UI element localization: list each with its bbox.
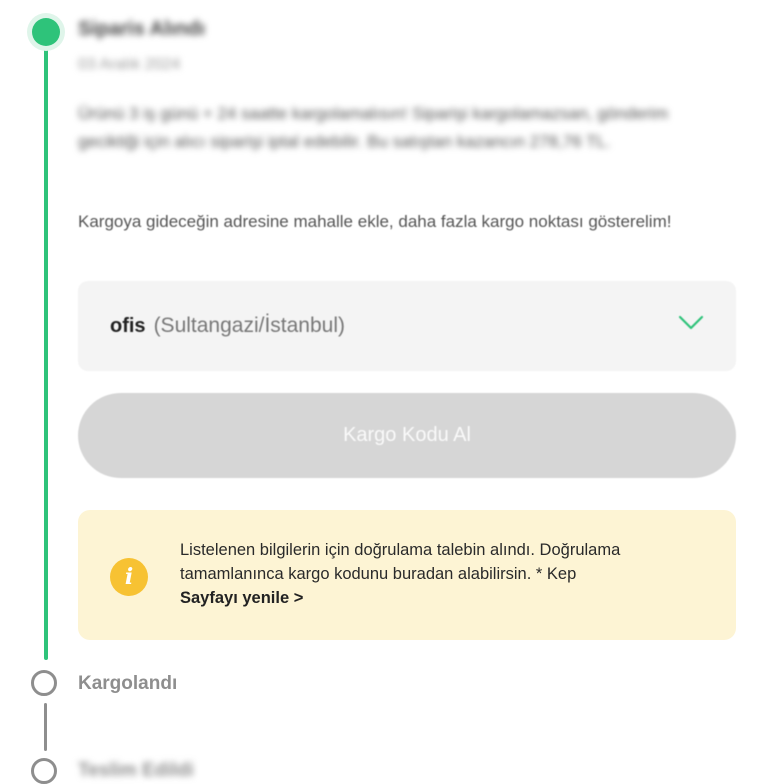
step-title: Siparis Alındı (78, 18, 206, 40)
address-name: ofis (110, 314, 146, 337)
info-message: Listelenen bilgilerin için doğrulama tal… (180, 541, 621, 583)
info-icon: i (110, 558, 148, 596)
timeline-pending-circle (31, 670, 57, 696)
address-select[interactable]: ofis (Sultangazi/İstanbul) (78, 281, 736, 371)
address-detail: (Sultangazi/İstanbul) (153, 314, 346, 337)
next-step-title: Kargolandı (78, 673, 178, 694)
following-step-title: Teslim Edildi (78, 760, 194, 781)
info-text: Listelenen bilgilerin için doğrulama tal… (180, 538, 716, 610)
timeline-active-dot (32, 18, 60, 46)
address-hint: Kargoya gideceğin adresine mahalle ekle,… (78, 212, 672, 231)
info-box: i Listelenen bilgilerin için doğrulama t… (78, 510, 736, 640)
refresh-page-link[interactable]: Sayfayı yenile > (180, 589, 303, 607)
get-cargo-code-button[interactable]: Kargo Kodu Al (78, 393, 736, 478)
timeline-progress-line (44, 28, 48, 660)
step-description: Ürünü 3 iş günü + 24 saatte kargolamalıs… (78, 104, 669, 151)
chevron-down-icon (678, 315, 704, 330)
timeline-pending-circle-2 (31, 758, 57, 784)
step-date: 03 Aralık 2024 (78, 56, 181, 73)
timeline-pending-line (44, 703, 47, 751)
